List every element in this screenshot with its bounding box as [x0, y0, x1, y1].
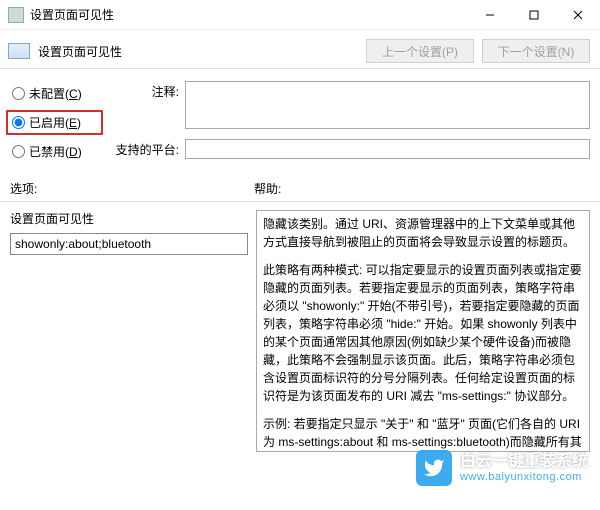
config-area: 未配置(C) 已启用(E) 已禁用(D) 注释: 支持的平台:: [0, 75, 600, 162]
help-pane: 隐藏该类别。通过 URI、资源管理器中的上下文菜单或其他方式直接导航到被阻止的页…: [256, 210, 590, 452]
help-paragraph: 隐藏该类别。通过 URI、资源管理器中的上下文菜单或其他方式直接导航到被阻止的页…: [263, 215, 583, 251]
radio-not-configured-input[interactable]: [12, 87, 25, 100]
close-button[interactable]: [556, 0, 600, 30]
help-paragraph: 此策略有两种模式: 可以指定要显示的设置页面列表或指定要隐藏的页面列表。若要指定…: [263, 261, 583, 405]
help-paragraph: 示例: 若要指定只显示 "关于" 和 "蓝牙" 页面(它们各自的 URI 为 m…: [263, 415, 583, 452]
comment-textarea[interactable]: [185, 81, 590, 129]
radio-enabled-label: 已启用(E): [29, 114, 81, 131]
help-label: 帮助:: [254, 180, 590, 197]
platform-field: [185, 139, 590, 159]
watermark-line2: www.baiyunxitong.com: [460, 471, 588, 483]
radio-enabled-input[interactable]: [12, 116, 25, 129]
policy-header: 设置页面可见性 上一个设置(P) 下一个设置(N): [0, 30, 600, 68]
radio-not-configured[interactable]: 未配置(C): [12, 85, 97, 102]
visibility-input[interactable]: [10, 233, 248, 255]
app-icon: [8, 7, 24, 23]
options-field-label: 设置页面可见性: [10, 210, 248, 227]
radio-enabled[interactable]: 已启用(E): [12, 114, 97, 131]
radio-disabled-label: 已禁用(D): [29, 143, 82, 160]
maximize-button[interactable]: [512, 0, 556, 30]
radio-disabled-input[interactable]: [12, 145, 25, 158]
options-label: 选项:: [10, 180, 254, 197]
comment-label: 注释:: [111, 81, 179, 100]
lower-split: 设置页面可见性 隐藏该类别。通过 URI、资源管理器中的上下文菜单或其他方式直接…: [0, 208, 600, 462]
policy-icon: [8, 43, 30, 59]
platform-row: 支持的平台:: [111, 139, 590, 159]
next-setting-button[interactable]: 下一个设置(N): [482, 39, 590, 63]
divider: [0, 68, 600, 69]
help-textbox[interactable]: 隐藏该类别。通过 URI、资源管理器中的上下文菜单或其他方式直接导航到被阻止的页…: [256, 210, 590, 452]
options-pane: 设置页面可见性: [10, 210, 248, 452]
fields: 注释: 支持的平台:: [111, 81, 590, 160]
minimize-button[interactable]: [468, 0, 512, 30]
divider: [0, 201, 600, 202]
comment-row: 注释:: [111, 81, 590, 129]
previous-setting-label: 上一个设置(P): [382, 43, 458, 60]
window-title: 设置页面可见性: [30, 6, 468, 23]
section-labels: 选项: 帮助:: [0, 162, 600, 201]
next-setting-label: 下一个设置(N): [498, 43, 575, 60]
previous-setting-button[interactable]: 上一个设置(P): [366, 39, 474, 63]
enabled-highlight: 已启用(E): [6, 110, 103, 135]
platform-label: 支持的平台:: [111, 139, 179, 158]
window-controls: [468, 0, 600, 30]
policy-title: 设置页面可见性: [38, 43, 358, 60]
window-titlebar: 设置页面可见性: [0, 0, 600, 30]
radio-disabled[interactable]: 已禁用(D): [12, 143, 97, 160]
state-radios: 未配置(C) 已启用(E) 已禁用(D): [12, 81, 97, 160]
radio-not-configured-label: 未配置(C): [29, 85, 82, 102]
